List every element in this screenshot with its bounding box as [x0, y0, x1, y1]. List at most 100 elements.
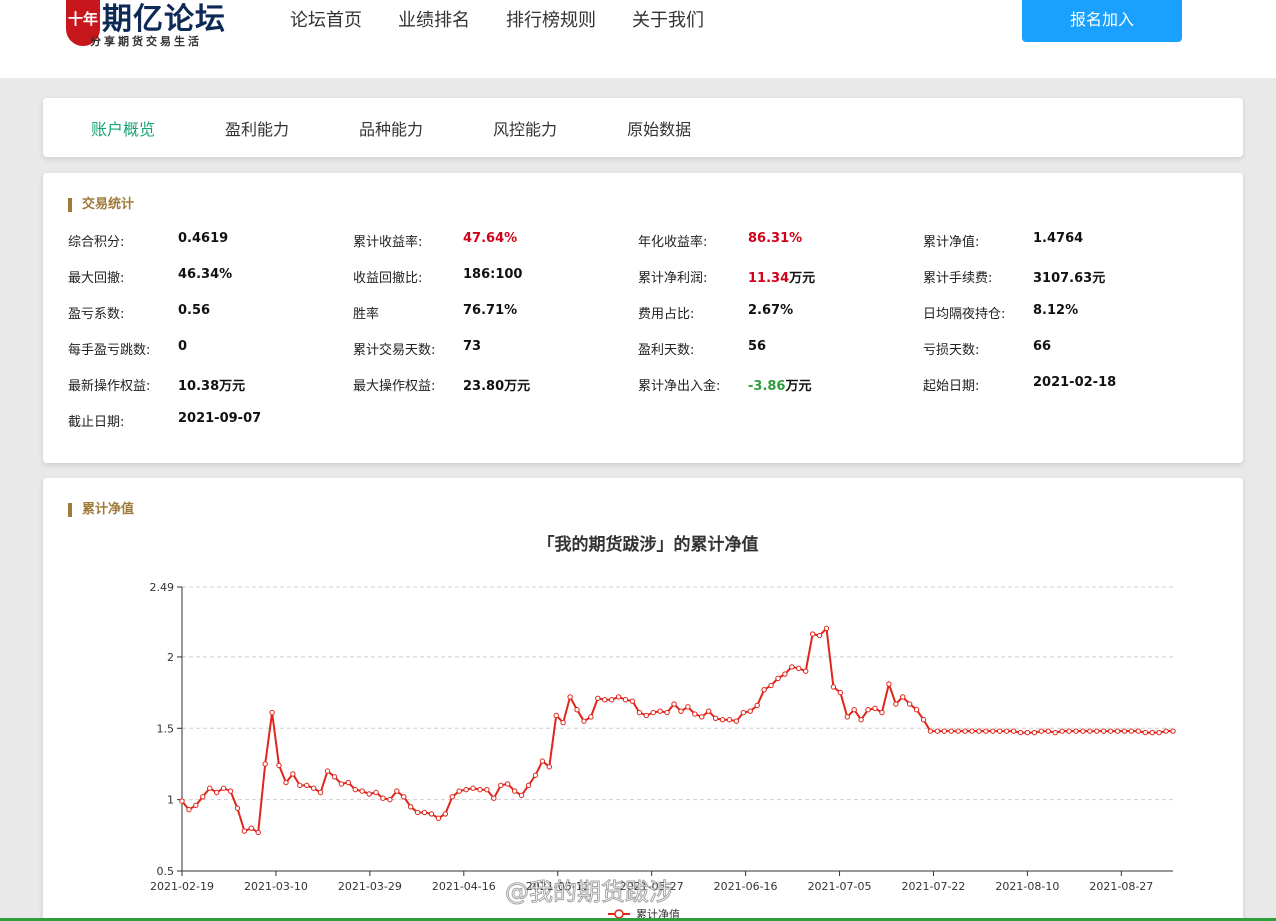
stat-label: 盈亏系数:: [68, 307, 125, 322]
legend-marker: [614, 909, 624, 919]
data-point: [664, 709, 670, 716]
data-point: [1163, 728, 1169, 734]
data-point: [352, 786, 358, 793]
stat-value: 2.67%: [748, 303, 794, 318]
data-point: [1038, 728, 1045, 734]
stat-label: 累计交易天数:: [353, 343, 436, 358]
data-point: [629, 698, 636, 704]
nav-forum-home[interactable]: 论坛首页: [290, 6, 362, 32]
data-point: [851, 707, 857, 713]
data-point: [1121, 728, 1128, 734]
data-point: [636, 709, 643, 716]
data-point: [1114, 728, 1121, 734]
data-point: [740, 709, 747, 716]
data-point: [1024, 729, 1031, 736]
stat-label: 亏损天数:: [923, 343, 980, 358]
nav-ranking-rules[interactable]: 排行榜规则: [506, 6, 596, 32]
data-point: [712, 715, 719, 721]
data-point: [809, 631, 816, 637]
data-point: [761, 687, 767, 693]
tab-raw-data[interactable]: 原始数据: [627, 116, 691, 140]
y-tick-label: 1: [167, 794, 174, 807]
data-point: [900, 694, 906, 700]
stat-label: 累计收益率:: [353, 235, 423, 250]
data-point: [435, 815, 442, 821]
stat-item: 累计净值: 1.4764: [923, 231, 1208, 251]
data-point: [505, 781, 511, 787]
data-point: [719, 717, 726, 723]
data-point: [373, 789, 379, 796]
data-point: [248, 825, 255, 831]
stat-item: 日均隔夜持仓: 8.12%: [923, 303, 1208, 323]
data-point: [1052, 729, 1058, 736]
stat-value: 10.38万元: [178, 379, 246, 394]
x-tick-label: 2021-07-22: [902, 880, 966, 893]
nav-about-us[interactable]: 关于我们: [632, 6, 704, 32]
stat-value: 3107.63元: [1033, 271, 1106, 286]
stat-item: 最大回撤: 46.34%: [68, 267, 353, 287]
data-point: [913, 707, 920, 713]
data-point: [1156, 729, 1162, 736]
stat-item: 累计手续费: 3107.63元: [923, 267, 1208, 287]
data-point: [262, 761, 268, 767]
section-title: 交易统计: [68, 198, 134, 212]
y-tick-label: 0.5: [157, 865, 175, 878]
stat-label: 胜率: [353, 307, 380, 322]
data-point: [539, 758, 546, 764]
data-point: [1100, 728, 1107, 734]
stat-item: 每手盈亏跳数: 0: [68, 339, 353, 359]
data-point: [782, 671, 788, 677]
nav-line-chart: 0.5 1 1.5 2 2.49 2021-02-19 2021-03-10 2021-03-…: [150, 581, 1176, 921]
data-point: [816, 632, 823, 639]
y-tick-label: 2: [167, 651, 174, 664]
data-point: [976, 728, 982, 734]
data-point: [865, 707, 871, 713]
stat-item: 累计收益率: 47.64%: [353, 231, 638, 251]
stat-value: 2021-09-07: [178, 411, 262, 426]
data-point: [615, 694, 622, 700]
data-point: [948, 728, 954, 734]
data-point: [220, 785, 227, 791]
data-point: [414, 809, 421, 816]
data-point: [338, 781, 345, 787]
stat-label: 盈利天数:: [638, 343, 695, 358]
stat-label: 累计手续费:: [923, 271, 993, 286]
data-point: [1003, 728, 1010, 734]
tab-product-ability[interactable]: 品种能力: [359, 116, 423, 140]
data-point: [331, 774, 338, 780]
data-point: [747, 708, 753, 714]
watermark: @我的期货跋涉: [505, 878, 674, 907]
data-point: [200, 794, 206, 800]
data-point: [990, 728, 996, 734]
tab-risk-control[interactable]: 风控能力: [493, 116, 557, 140]
series-line: [181, 626, 1173, 835]
data-point: [699, 714, 705, 720]
stat-label: 截止日期:: [68, 415, 125, 430]
join-button[interactable]: 报名加入: [1022, 0, 1182, 42]
data-point: [1045, 728, 1051, 734]
data-point: [241, 828, 248, 834]
data-point: [449, 794, 455, 800]
stat-value: 56: [748, 339, 767, 354]
data-point: [491, 795, 497, 801]
tab-account-overview[interactable]: 账户概览: [91, 116, 155, 140]
data-point: [837, 689, 844, 696]
site-logo[interactable]: 十年 期亿论坛 分享期货交易生活: [66, 0, 246, 50]
data-point: [442, 811, 449, 817]
stat-value: 0.56: [178, 303, 211, 318]
x-tick-label: 2021-07-05: [808, 880, 872, 893]
logo-tagline: 分享期货交易生活: [90, 35, 202, 48]
data-point: [858, 717, 864, 723]
data-point: [193, 802, 199, 809]
data-point: [1107, 728, 1114, 734]
tab-profitability[interactable]: 盈利能力: [225, 116, 289, 140]
stat-label: 综合积分:: [68, 235, 125, 250]
data-point: [269, 709, 275, 716]
stat-item: 最大操作权益: 23.80万元: [353, 375, 638, 395]
data-point: [470, 785, 476, 791]
data-point: [179, 798, 185, 804]
data-point: [1059, 728, 1065, 734]
stat-label: 日均隔夜持仓:: [923, 307, 1006, 322]
x-tick-label: 2021-08-27: [1089, 880, 1153, 893]
nav-performance-ranking[interactable]: 业绩排名: [398, 6, 470, 32]
